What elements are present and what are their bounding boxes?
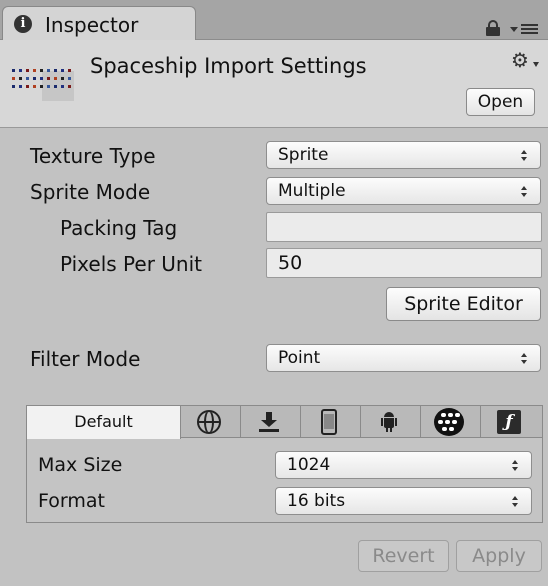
page-title: Spaceship Import Settings [90,54,367,78]
tab-blackberry[interactable] [421,406,481,438]
thumbnail-pixel [33,69,36,72]
globe-icon [197,410,221,434]
download-icon [259,412,279,432]
format-value: 16 bits [287,491,346,511]
thumbnail-pixel [40,69,43,72]
tab-menu-icon[interactable] [510,22,540,36]
packing-tag-field[interactable] [266,212,542,242]
tab-default-label: Default [74,412,133,431]
tab-standalone[interactable] [241,406,301,438]
texture-type-label: Texture Type [30,144,156,168]
max-size-label: Max Size [38,454,123,476]
gear-dropdown-caret-icon[interactable] [533,62,539,67]
lock-icon[interactable] [486,20,500,36]
thumbnail-pixel [26,85,29,88]
thumbnail-pixel [47,85,50,88]
pixels-per-unit-label: Pixels Per Unit [60,252,202,276]
asset-header: Spaceship Import Settings ⚙ [0,40,548,128]
filter-mode-label: Filter Mode [30,347,141,371]
thumbnail-pixel [12,77,15,80]
info-icon: i [14,15,32,33]
pixels-per-unit-value: 50 [278,252,303,274]
format-label: Format [38,490,105,512]
thumbnail-pixel [68,85,71,88]
thumbnail-pixel [19,77,22,80]
thumbnail-pixel [12,69,15,72]
inspector-tab[interactable]: i Inspector [2,6,196,41]
pixels-per-unit-field[interactable]: 50 [266,248,542,278]
max-size-dropdown[interactable]: 1024 [275,451,532,479]
thumbnail-pixel [68,69,71,72]
tab-ios[interactable] [301,406,361,438]
sprite-thumbnail [10,65,76,101]
dropdown-arrows-icon [521,353,528,365]
tab-android[interactable] [361,406,421,438]
dropdown-arrows-icon [521,150,528,162]
dropdown-arrows-icon [521,186,528,198]
format-dropdown[interactable]: 16 bits [275,487,532,515]
revert-button[interactable]: Revert [358,540,449,572]
tab-flash[interactable]: ƒ [481,406,542,438]
thumbnail-pixel [61,85,64,88]
thumbnail-pixel [33,77,36,80]
thumbnail-pixel [26,69,29,72]
filter-mode-value: Point [278,348,321,368]
texture-type-dropdown[interactable]: Sprite [266,141,541,169]
platform-settings-panel: Default ƒ Max Size 1024 Format 16 bits [26,405,543,523]
packing-tag-label: Packing Tag [60,216,178,240]
tab-web[interactable] [181,406,241,438]
thumbnail-pixel [26,77,29,80]
thumbnail-pixel [19,85,22,88]
thumbnail-pixel [33,85,36,88]
thumbnail-pixel [54,85,57,88]
flash-icon: ƒ [497,410,521,434]
android-icon [381,412,397,432]
thumbnail-pixel [12,85,15,88]
dropdown-arrows-icon [512,496,519,508]
inspector-tab-label: Inspector [45,13,139,37]
thumbnail-pixel [54,77,57,80]
thumbnail-pixel [61,77,64,80]
thumbnail-pixel [19,69,22,72]
tab-default[interactable]: Default [27,406,181,439]
platform-tabs: Default ƒ [27,406,542,439]
max-size-value: 1024 [287,455,331,475]
thumbnail-pixel [40,85,43,88]
sprite-mode-dropdown[interactable]: Multiple [266,177,541,205]
sprite-mode-value: Multiple [278,181,346,201]
sprite-mode-label: Sprite Mode [30,180,151,204]
thumbnail-pixel [54,69,57,72]
dropdown-arrows-icon [512,460,519,472]
thumbnail-pixel [61,69,64,72]
sprite-editor-button[interactable]: Sprite Editor [386,287,541,321]
inspector-tab-strip: i Inspector [0,0,548,41]
thumbnail-pixel [47,69,50,72]
thumbnail-pixel [68,77,71,80]
phone-icon [321,409,337,435]
filter-mode-dropdown[interactable]: Point [266,344,541,372]
gear-icon[interactable]: ⚙ [511,50,529,70]
open-button[interactable]: Open [466,88,535,116]
blackberry-icon [434,408,464,436]
apply-button[interactable]: Apply [456,540,542,572]
texture-type-value: Sprite [278,145,329,165]
thumbnail-pixel [40,77,43,80]
thumbnail-pixel [47,77,50,80]
